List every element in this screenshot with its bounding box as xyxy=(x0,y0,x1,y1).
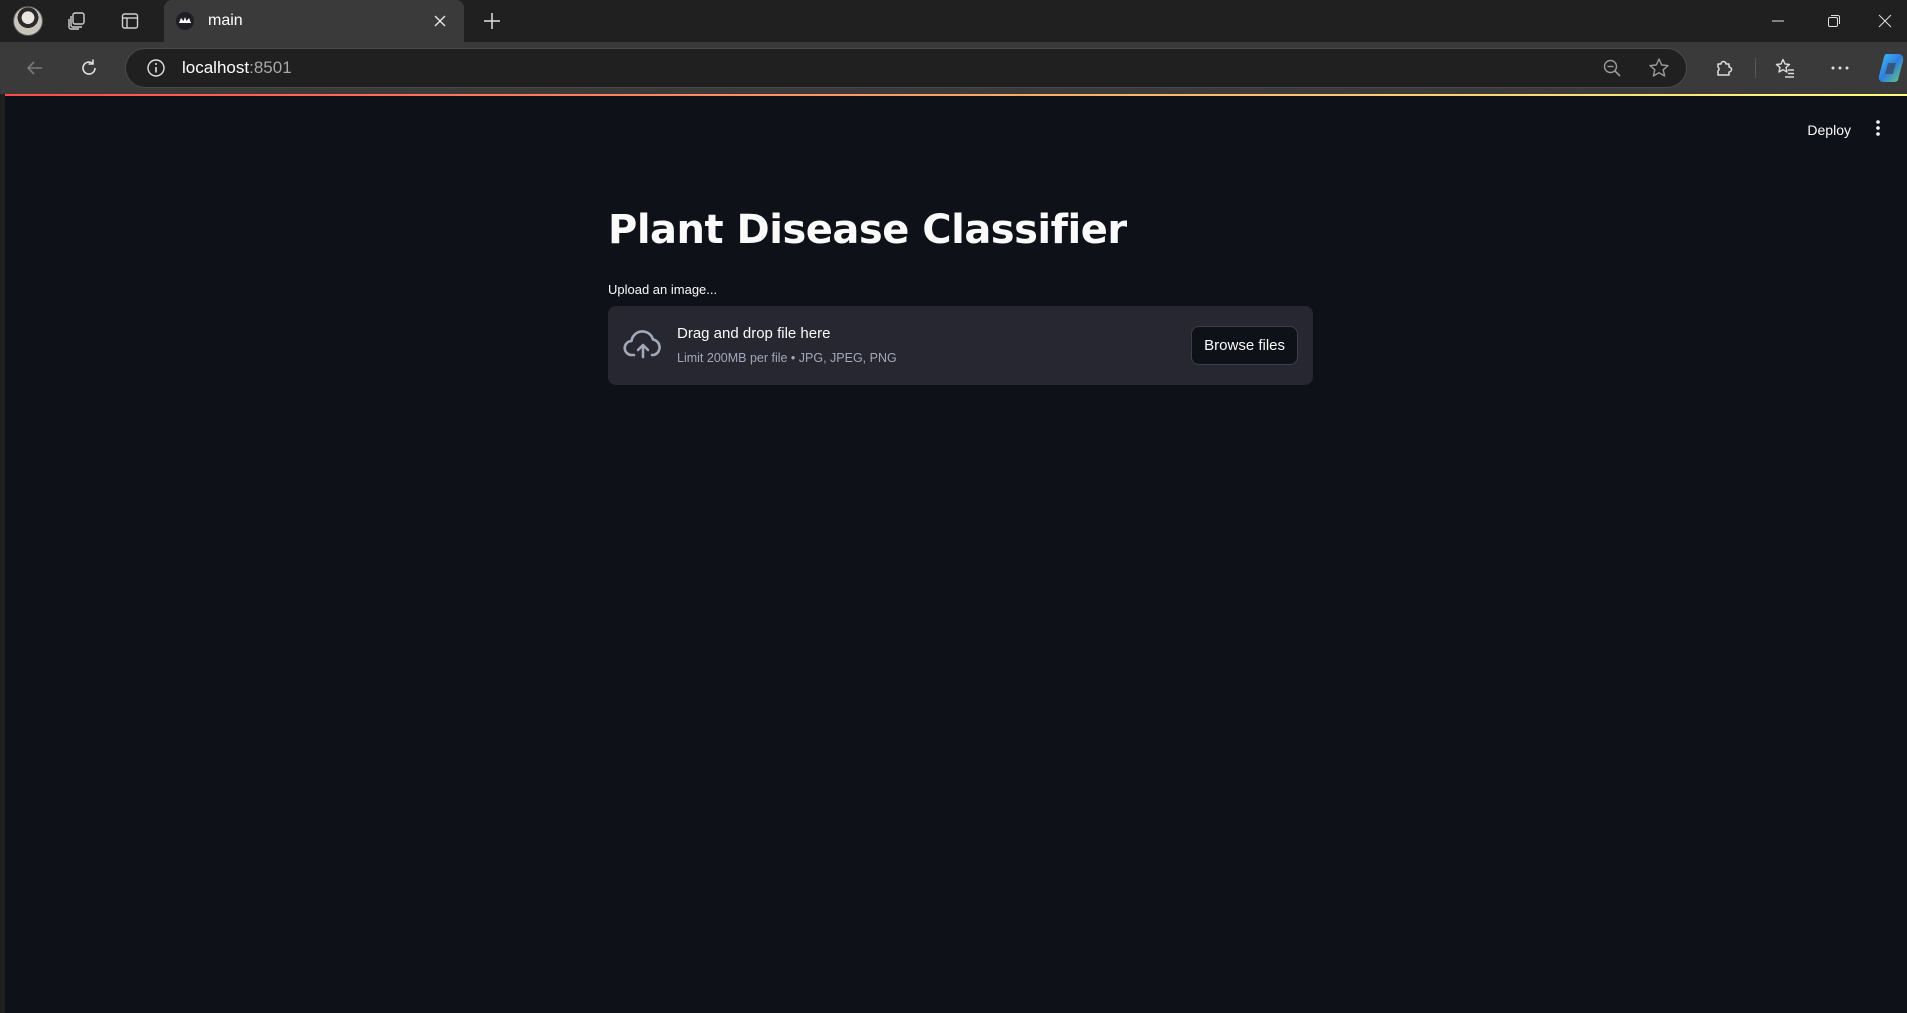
refresh-icon xyxy=(82,59,96,75)
page-title: Plant Disease Classifier xyxy=(608,207,1127,253)
dropzone-limit-text: Limit 200MB per file • JPG, JPEG, PNG xyxy=(677,351,897,365)
dropzone-instructions: Drag and drop file here xyxy=(677,325,831,342)
plus-icon xyxy=(484,13,500,29)
tab-title: main xyxy=(208,12,243,29)
browse-files-button[interactable]: Browse files xyxy=(1191,326,1298,365)
zoom-button[interactable] xyxy=(1594,50,1630,86)
vertical-dots-icon xyxy=(1876,120,1880,136)
info-icon[interactable] xyxy=(146,58,166,78)
close-icon xyxy=(1878,14,1891,28)
file-dropzone[interactable]: Drag and drop file here Limit 200MB per … xyxy=(608,306,1313,385)
new-tab-button[interactable] xyxy=(474,5,510,37)
profile-button[interactable] xyxy=(10,5,46,37)
workspaces-button[interactable] xyxy=(59,5,95,37)
ellipsis-icon xyxy=(1831,66,1849,70)
favorites-button[interactable] xyxy=(1767,50,1803,86)
url-port: :8501 xyxy=(249,58,292,77)
minimize-button[interactable] xyxy=(1750,0,1806,42)
window-close-button[interactable] xyxy=(1862,0,1907,42)
cloud-upload-icon xyxy=(623,330,661,359)
tab-actions-button[interactable] xyxy=(112,5,148,37)
back-arrow-icon xyxy=(26,61,42,75)
favorite-button[interactable] xyxy=(1641,50,1677,86)
main-menu-button[interactable] xyxy=(1866,116,1890,140)
back-button[interactable] xyxy=(17,50,53,86)
streamlit-favicon-icon xyxy=(176,12,194,30)
extensions-button[interactable] xyxy=(1706,50,1742,86)
copilot-icon[interactable] xyxy=(1876,52,1907,84)
deploy-button[interactable]: Deploy xyxy=(1807,118,1851,142)
browser-toolbar: localhost:8501 xyxy=(0,42,1907,94)
star-icon xyxy=(1649,58,1669,77)
close-icon xyxy=(434,15,446,27)
app-viewport: Deploy Plant Disease Classifier Upload a… xyxy=(5,94,1907,1013)
minimize-icon xyxy=(1772,20,1784,22)
header-decoration xyxy=(5,94,1907,96)
tab-actions-icon xyxy=(121,13,139,29)
address-bar[interactable]: localhost:8501 xyxy=(125,48,1687,88)
puzzle-icon xyxy=(1717,60,1733,76)
refresh-button[interactable] xyxy=(71,50,107,86)
tab-main[interactable]: main xyxy=(164,0,464,42)
toolbar-separator xyxy=(1755,58,1756,78)
restore-button[interactable] xyxy=(1806,0,1862,42)
zoom-out-icon xyxy=(1603,59,1621,77)
workspaces-icon xyxy=(68,12,85,30)
profile-avatar xyxy=(13,6,43,36)
restore-icon xyxy=(1828,15,1840,27)
favorites-icon xyxy=(1775,58,1794,78)
url-host: localhost xyxy=(182,58,250,77)
browser-tabstrip: main xyxy=(0,0,1907,42)
more-button[interactable] xyxy=(1822,50,1858,86)
tab-close-button[interactable] xyxy=(428,9,452,33)
uploader-label: Upload an image... xyxy=(608,282,718,297)
app-header: Deploy xyxy=(1707,94,1907,154)
